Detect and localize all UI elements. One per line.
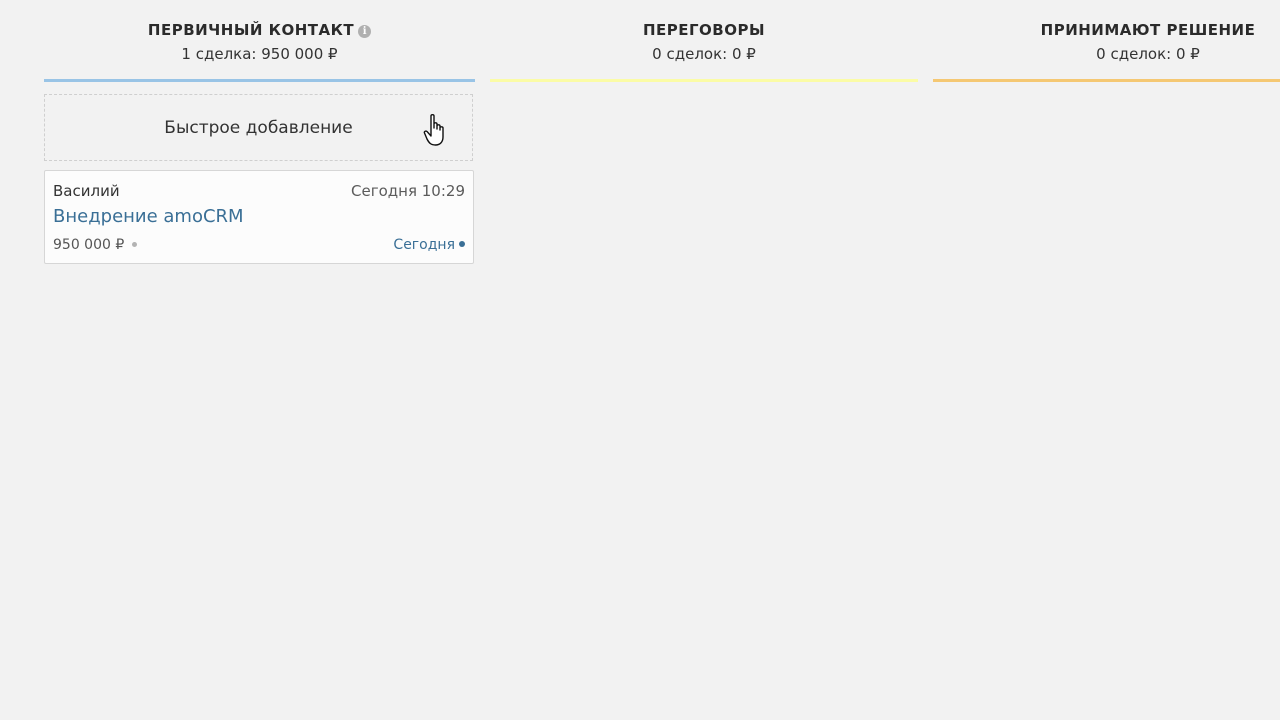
column-summary: 0 сделок: 0 ₽ (1096, 45, 1200, 63)
column-summary: 0 сделок: 0 ₽ (652, 45, 756, 63)
column-status-bar (490, 79, 918, 82)
column-header[interactable]: ПЕРВИЧНЫЙ КОНТАКТ i 1 сделка: 950 000 ₽ (44, 0, 475, 82)
column-header[interactable]: ПЕРЕГОВОРЫ 0 сделок: 0 ₽ (490, 0, 918, 82)
info-icon[interactable]: i (358, 25, 372, 38)
column-negotiations: ПЕРЕГОВОРЫ 0 сделок: 0 ₽ (490, 0, 918, 720)
deal-task-date: Сегодня (393, 237, 455, 253)
quick-add-button[interactable]: Быстрое добавление (44, 94, 473, 161)
deal-date: Сегодня 10:29 (351, 182, 465, 200)
column-decision: ПРИНИМАЮТ РЕШЕНИЕ 0 сделок: 0 ₽ (933, 0, 1280, 720)
deal-title-link[interactable]: Внедрение amoCRM (53, 206, 244, 227)
column-title: ПЕРВИЧНЫЙ КОНТАКТ (147, 21, 355, 39)
pipeline-board: ПЕРВИЧНЫЙ КОНТАКТ i 1 сделка: 950 000 ₽ Б… (0, 0, 1280, 720)
column-first-contact: ПЕРВИЧНЫЙ КОНТАКТ i 1 сделка: 950 000 ₽ Б… (44, 0, 475, 720)
column-title: ПРИНИМАЮТ РЕШЕНИЕ (1040, 21, 1256, 39)
deal-task-wrapper[interactable]: Сегодня (393, 237, 465, 253)
deal-card[interactable]: Василий Сегодня 10:29 Внедрение amoCRM 9… (44, 170, 474, 264)
deal-contact-name[interactable]: Василий (53, 182, 120, 200)
column-status-bar (44, 79, 475, 82)
column-title: ПЕРЕГОВОРЫ (642, 21, 766, 39)
deal-price-wrapper: 950 000 ₽ (53, 237, 138, 253)
column-status-bar (933, 79, 1280, 82)
column-summary: 1 сделка: 950 000 ₽ (181, 45, 338, 63)
deal-price: 950 000 ₽ (53, 237, 125, 253)
hand-pointer-icon (423, 114, 444, 146)
task-dot-icon (459, 241, 465, 247)
status-dot-icon (132, 242, 138, 247)
quick-add-label: Быстрое добавление (164, 117, 353, 138)
column-header[interactable]: ПРИНИМАЮТ РЕШЕНИЕ 0 сделок: 0 ₽ (933, 0, 1280, 82)
